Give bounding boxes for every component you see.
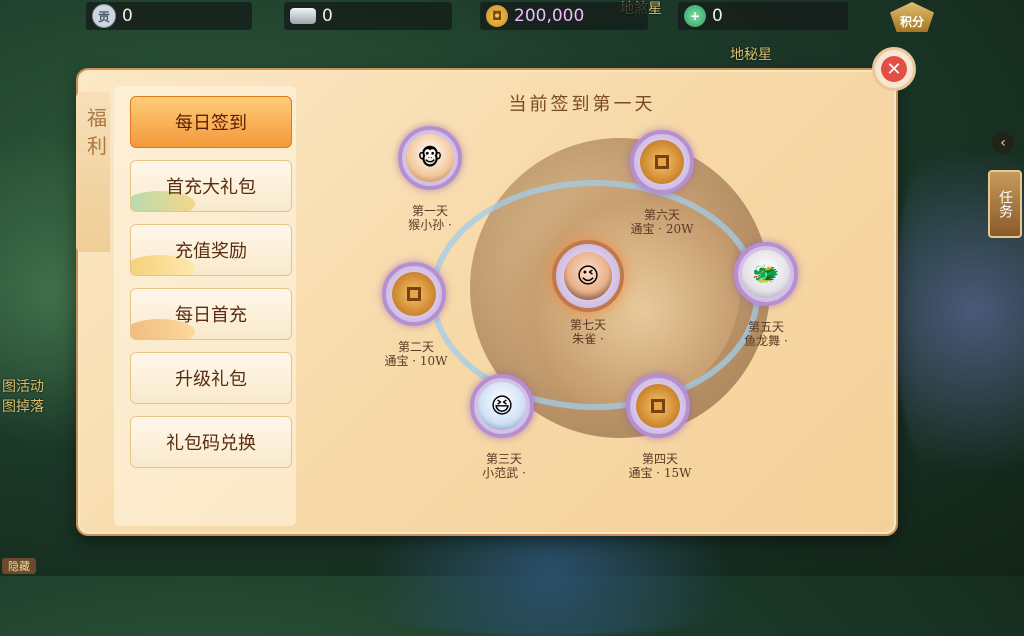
day4-label: 第四天	[641, 452, 678, 466]
silver-counter[interactable]: 0	[284, 2, 452, 30]
day4-reward[interactable]	[626, 374, 690, 438]
welfare-menu: 每日签到 首充大礼包 充值奖励 每日首充 升级礼包 礼包码兑换	[114, 86, 296, 526]
menu-label: 每日签到	[175, 113, 247, 134]
panel-title: 福利	[87, 106, 107, 158]
points-label: 积分	[899, 15, 924, 29]
close-button[interactable]: ✕	[872, 47, 916, 91]
menu-label: 充值奖励	[175, 241, 247, 262]
ticket-counter[interactable]: 贡 0	[86, 2, 252, 30]
menu-label: 每日首充	[175, 305, 247, 326]
collapse-arrow-icon[interactable]: ‹	[992, 132, 1014, 154]
day5-reward-name: 鱼龙舞 ·	[744, 334, 788, 348]
day1-reward-name: 猴小孙 ·	[408, 218, 452, 232]
tongbao-coin-icon	[640, 140, 684, 184]
day4-reward-name: 通宝 · 15W	[628, 466, 692, 480]
menu-first-charge-pack[interactable]: 首充大礼包	[130, 160, 292, 212]
day6-label: 第六天	[643, 208, 680, 222]
ticket-value: 0	[122, 6, 133, 26]
jade-value: 0	[712, 6, 723, 26]
menu-daily-first-charge[interactable]: 每日首充	[130, 288, 292, 340]
background-map-label: 地秘星	[730, 47, 772, 63]
silver-ingot-icon	[290, 8, 316, 24]
day2-reward-name: 通宝 · 10W	[384, 354, 448, 368]
ticket-icon: 贡	[92, 4, 116, 28]
day5-label: 第五天	[747, 320, 784, 334]
background-water	[300, 516, 800, 636]
zhuque-avatar-icon: 😉	[564, 252, 612, 300]
menu-recharge-reward[interactable]: 充值奖励	[130, 224, 292, 276]
coin-value: 200,000	[514, 6, 585, 26]
close-icon: ✕	[881, 56, 907, 82]
day5-reward[interactable]: 🐲	[734, 242, 798, 306]
jade-plus-icon: +	[684, 5, 706, 27]
points-button[interactable]: 积分	[890, 2, 934, 32]
menu-daily-signin[interactable]: 每日签到	[130, 96, 292, 148]
menu-label: 首充大礼包	[166, 177, 256, 198]
menu-gift-code[interactable]: 礼包码兑换	[130, 416, 292, 468]
task-button[interactable]: 任务	[988, 170, 1022, 238]
tongbao-coin-icon	[636, 384, 680, 428]
hide-ui-button[interactable]: 隐藏	[2, 558, 36, 574]
background-drop-label: 图掉落	[2, 399, 44, 415]
silver-value: 0	[322, 6, 333, 26]
day3-reward[interactable]: 😆	[470, 374, 534, 438]
day6-reward[interactable]	[630, 130, 694, 194]
menu-label: 礼包码兑换	[166, 433, 256, 454]
day1-label: 第一天	[411, 204, 448, 218]
coin-icon: ◘	[486, 5, 508, 27]
day7-reward[interactable]: 😉	[552, 240, 624, 312]
day7-label: 第七天	[569, 318, 606, 332]
day6-reward-name: 通宝 · 20W	[630, 222, 694, 236]
yulongwu-avatar-icon: 🐲	[742, 250, 790, 298]
coin-counter[interactable]: ◘ 200,000	[480, 2, 648, 30]
day3-reward-name: 小范武 ·	[482, 466, 526, 480]
jade-counter[interactable]: + 0	[678, 2, 848, 30]
menu-level-pack[interactable]: 升级礼包	[130, 352, 292, 404]
day3-label: 第三天	[485, 452, 522, 466]
monkey-avatar-icon: 🐵	[406, 134, 454, 182]
background-event-label: 图活动	[2, 379, 44, 395]
menu-label: 升级礼包	[175, 369, 247, 390]
resource-bar: 贡 0 0 ◘ 200,000 + 0 积分	[0, 0, 1024, 34]
day1-reward[interactable]: 🐵	[398, 126, 462, 190]
background-scenery	[894, 90, 1024, 530]
day2-reward[interactable]	[382, 262, 446, 326]
signin-title: 当前签到第一天	[508, 94, 656, 115]
day2-label: 第二天	[397, 340, 434, 354]
xiaofanwu-avatar-icon: 😆	[478, 382, 526, 430]
tongbao-coin-icon	[392, 272, 436, 316]
day7-reward-name: 朱雀 ·	[572, 332, 604, 346]
